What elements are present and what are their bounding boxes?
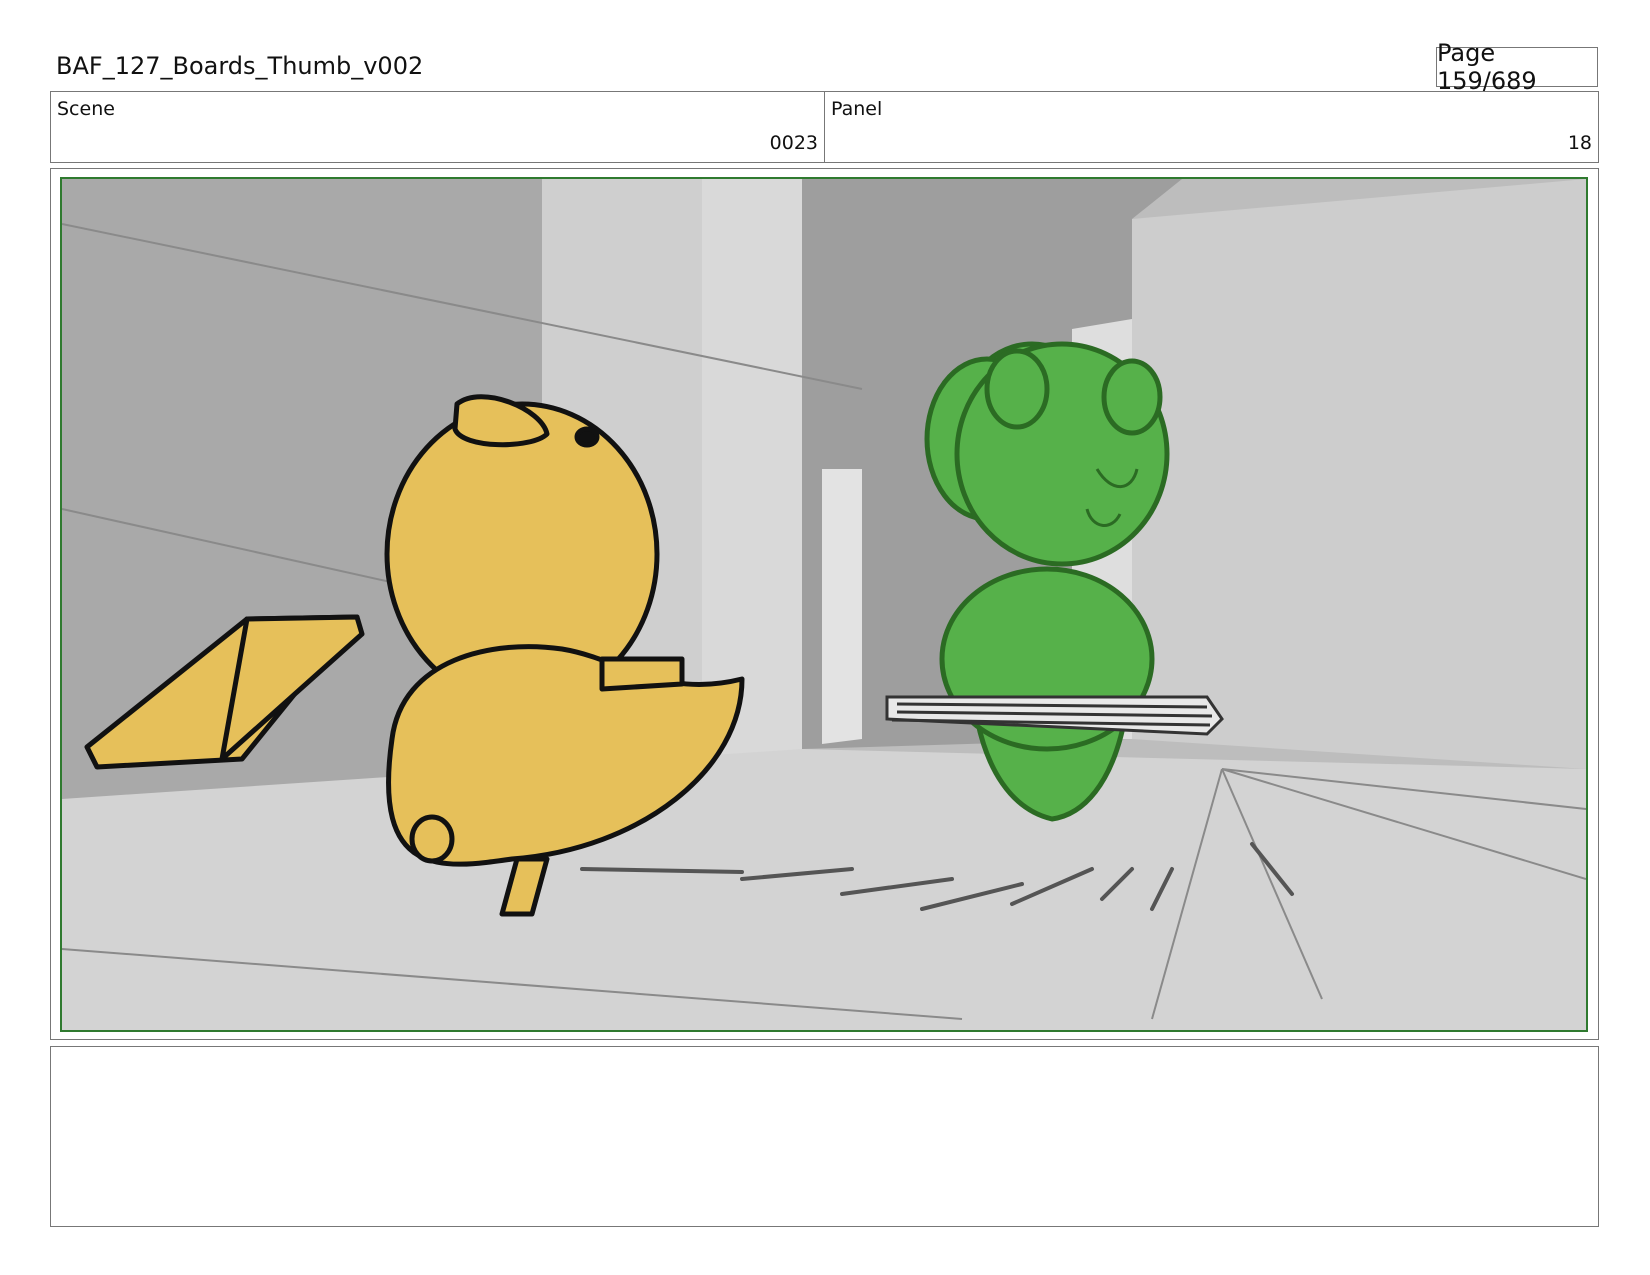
scene-value: 0023 — [769, 132, 818, 154]
panel-label: Panel — [831, 98, 883, 120]
page-number: Page 159/689 — [1436, 39, 1598, 95]
storyboard-sketch-icon — [62, 179, 1586, 1030]
notes-box — [50, 1046, 1599, 1227]
panel-value: 18 — [1567, 132, 1592, 154]
panel-cell: Panel 18 — [824, 92, 1598, 162]
storyboard-image — [60, 177, 1588, 1032]
scene-panel-info: Scene 0023 Panel 18 — [50, 91, 1599, 163]
scene-cell: Scene 0023 — [51, 92, 824, 162]
scene-label: Scene — [57, 98, 115, 120]
document-title: BAF_127_Boards_Thumb_v002 — [56, 52, 424, 80]
